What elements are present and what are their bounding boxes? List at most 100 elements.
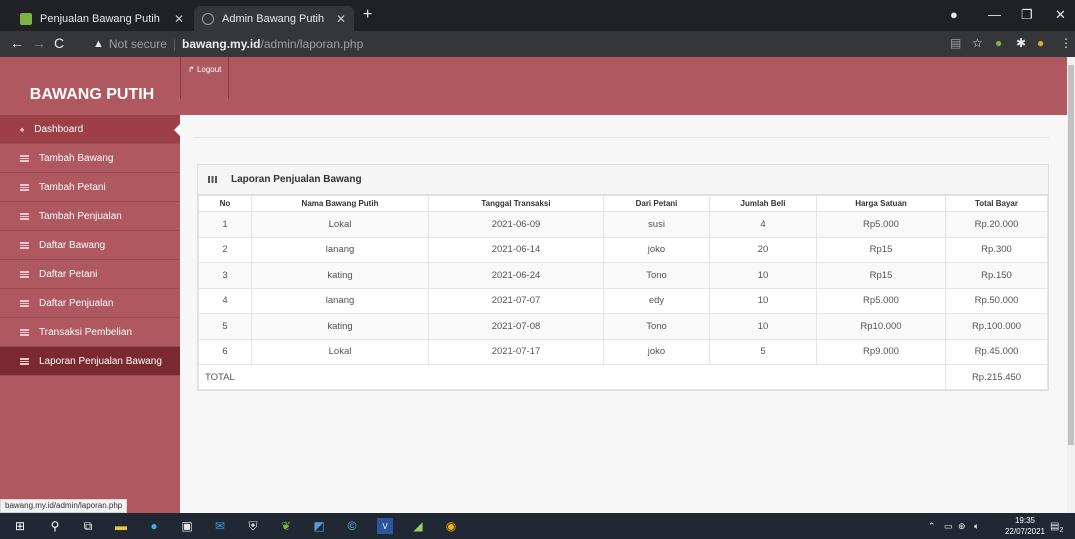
cell-petani: Tono — [603, 262, 710, 289]
forward-icon[interactable]: → — [32, 35, 46, 51]
reload-icon[interactable]: C — [54, 35, 64, 51]
panel-heading: Laporan Penjualan Bawang — [198, 165, 1048, 195]
cell-no: 3 — [198, 262, 252, 289]
main-content: Laporan Penjualan Bawang No Nama Bawang … — [180, 115, 1067, 513]
total-row: TOTAL Rp.215.450 — [198, 364, 1048, 390]
cell-total: Rp.50.000 — [945, 287, 1048, 314]
list-icon — [20, 212, 29, 220]
table-row: 2 lanang 2021-06-14 joko 20 Rp15 Rp.300 — [198, 236, 1048, 263]
total-value: Rp.215.450 — [945, 364, 1048, 390]
chrome-icon[interactable]: ◉ — [443, 518, 459, 534]
profile-icon[interactable]: ● — [950, 7, 958, 22]
cell-nama: lanang — [251, 236, 429, 263]
scrollbar-thumb[interactable] — [1068, 65, 1074, 445]
copyright-app-icon[interactable]: © — [344, 518, 360, 534]
new-tab-icon[interactable]: + — [363, 6, 372, 24]
cell-total: Rp.45.000 — [945, 338, 1048, 365]
browser-tab[interactable]: Penjualan Bawang Putih ✕ — [12, 6, 192, 31]
address-bar: ← → C ▲ Not secure | bawang.my.id /admin… — [0, 31, 1075, 57]
cell-no: 6 — [198, 338, 252, 365]
cell-tanggal: 2021-06-09 — [428, 211, 604, 238]
tray-chevron-icon[interactable]: ⌃ — [928, 521, 936, 532]
cell-jumlah: 4 — [709, 211, 817, 238]
url-host: bawang.my.id — [182, 37, 261, 51]
tab-title: Penjualan Bawang Putih — [40, 12, 160, 25]
brand-logo[interactable]: BAWANG PUTIH — [0, 57, 180, 115]
file-explorer-icon[interactable]: ▬ — [113, 518, 129, 534]
list-icon — [20, 183, 29, 191]
page-scrollbar[interactable] — [1067, 57, 1075, 513]
table-row: 3 kating 2021-06-24 Tono 10 Rp15 Rp.150 — [198, 262, 1048, 289]
cell-petani: Tono — [603, 313, 710, 340]
visual-studio-icon[interactable]: V — [377, 518, 393, 534]
star-icon[interactable]: ☆ — [972, 36, 983, 50]
mail-icon[interactable]: ✉ — [212, 518, 228, 534]
cell-tanggal: 2021-06-14 — [428, 236, 604, 263]
table-row: 6 Lokal 2021-07-17 joko 5 Rp9.000 Rp.45.… — [198, 338, 1048, 365]
column-header: Jumlah Beli — [709, 195, 817, 212]
sidebar-item-dashboard[interactable]: ♠ Dashboard — [0, 115, 180, 144]
notification-icon[interactable]: ▤2 — [1050, 521, 1063, 534]
logout-icon: ↱ — [188, 65, 195, 74]
cell-petani: susi — [603, 211, 710, 238]
translate-icon[interactable]: ▤ — [950, 36, 961, 50]
close-icon[interactable]: ✕ — [336, 12, 346, 26]
puzzle-icon[interactable]: ✱ — [1016, 36, 1026, 50]
url-field[interactable]: ▲ Not secure | bawang.my.id /admin/lapor… — [93, 34, 933, 54]
top-navbar: BAWANG PUTIH ↱ Logout — [0, 57, 1067, 115]
browser-tab-bar: Penjualan Bawang Putih ✕ Admin Bawang Pu… — [0, 0, 1075, 31]
task-view-icon[interactable]: ⧉ — [80, 518, 96, 534]
column-header: Harga Satuan — [816, 195, 946, 212]
menu-icon[interactable]: ⋮ — [1060, 36, 1072, 50]
cell-nama: Lokal — [251, 338, 429, 365]
close-icon[interactable]: ✕ — [174, 12, 184, 26]
browser-tab-active[interactable]: Admin Bawang Putih ✕ — [194, 6, 354, 31]
sidebar-item-daftar-penjualan[interactable]: Daftar Penjualan — [0, 289, 180, 318]
sidebar-item-tambah-bawang[interactable]: Tambah Bawang — [0, 144, 180, 173]
cell-harga: Rp15 — [816, 236, 946, 263]
clock-time: 19:35 — [1014, 516, 1036, 525]
list-icon — [20, 357, 29, 365]
network-icon[interactable]: ⊕ — [958, 521, 966, 532]
taskbar: ⊞ ⚲ ⧉ ▬ ● ▣ ✉ ⛨ ❦ ◩ © V ◢ ◉ ⌃ ▭ ⊕ 🔈︎ 19:… — [0, 513, 1075, 539]
leaf-app-icon[interactable]: ❦ — [278, 518, 294, 534]
minimize-icon[interactable]: — — [988, 7, 1001, 22]
extension-leaf-icon[interactable]: ● — [995, 36, 1002, 50]
avatar[interactable]: ● — [1037, 36, 1044, 50]
sidebar-item-laporan[interactable]: Laporan Penjualan Bawang — [0, 347, 180, 376]
status-url: bawang.my.id/admin/laporan.php — [0, 499, 128, 513]
sidebar-item-daftar-petani[interactable]: Daftar Petani — [0, 260, 180, 289]
cell-tanggal: 2021-07-07 — [428, 287, 604, 314]
cell-tanggal: 2021-06-24 — [428, 262, 604, 289]
cell-tanggal: 2021-07-17 — [428, 338, 604, 365]
sidebar-item-daftar-bawang[interactable]: Daftar Bawang — [0, 231, 180, 260]
edge-icon[interactable]: ● — [146, 518, 162, 534]
search-icon[interactable]: ⚲ — [47, 518, 63, 534]
panel-title: Laporan Penjualan Bawang — [231, 174, 362, 185]
table-row: 1 Lokal 2021-06-09 susi 4 Rp5.000 Rp.20.… — [198, 211, 1048, 238]
report-table: No Nama Bawang Putih Tanggal Transaksi D… — [198, 195, 1048, 390]
column-header: Nama Bawang Putih — [251, 195, 429, 212]
cell-nama: lanang — [251, 287, 429, 314]
restore-icon[interactable]: ❐ — [1021, 7, 1033, 23]
sidebar-item-tambah-petani[interactable]: Tambah Petani — [0, 173, 180, 202]
window-close-icon[interactable]: ✕ — [1055, 7, 1066, 23]
app-icon[interactable]: ◢ — [410, 518, 426, 534]
url-path: /admin/laporan.php — [260, 37, 364, 51]
logout-link[interactable]: ↱ Logout — [180, 57, 230, 99]
cell-harga: Rp9.000 — [816, 338, 946, 365]
list-icon — [20, 270, 29, 278]
back-icon[interactable]: ← — [10, 35, 24, 51]
volume-icon[interactable]: 🔈︎ — [974, 521, 979, 532]
column-header: Tanggal Transaksi — [428, 195, 604, 212]
security-shield-icon[interactable]: ⛨ — [245, 518, 261, 534]
tab-title: Admin Bawang Putih — [222, 12, 325, 25]
paint-icon[interactable]: ◩ — [311, 518, 327, 534]
windows-start-icon[interactable]: ⊞ — [12, 518, 28, 534]
leaf-icon — [20, 12, 32, 25]
divider — [194, 137, 1049, 138]
sidebar-item-transaksi-pembelian[interactable]: Transaksi Pembelian — [0, 318, 180, 347]
clock[interactable]: 19:35 22/07/2021 — [1000, 515, 1050, 537]
store-icon[interactable]: ▣ — [179, 518, 195, 534]
sidebar-item-tambah-penjualan[interactable]: Tambah Penjualan — [0, 202, 180, 231]
